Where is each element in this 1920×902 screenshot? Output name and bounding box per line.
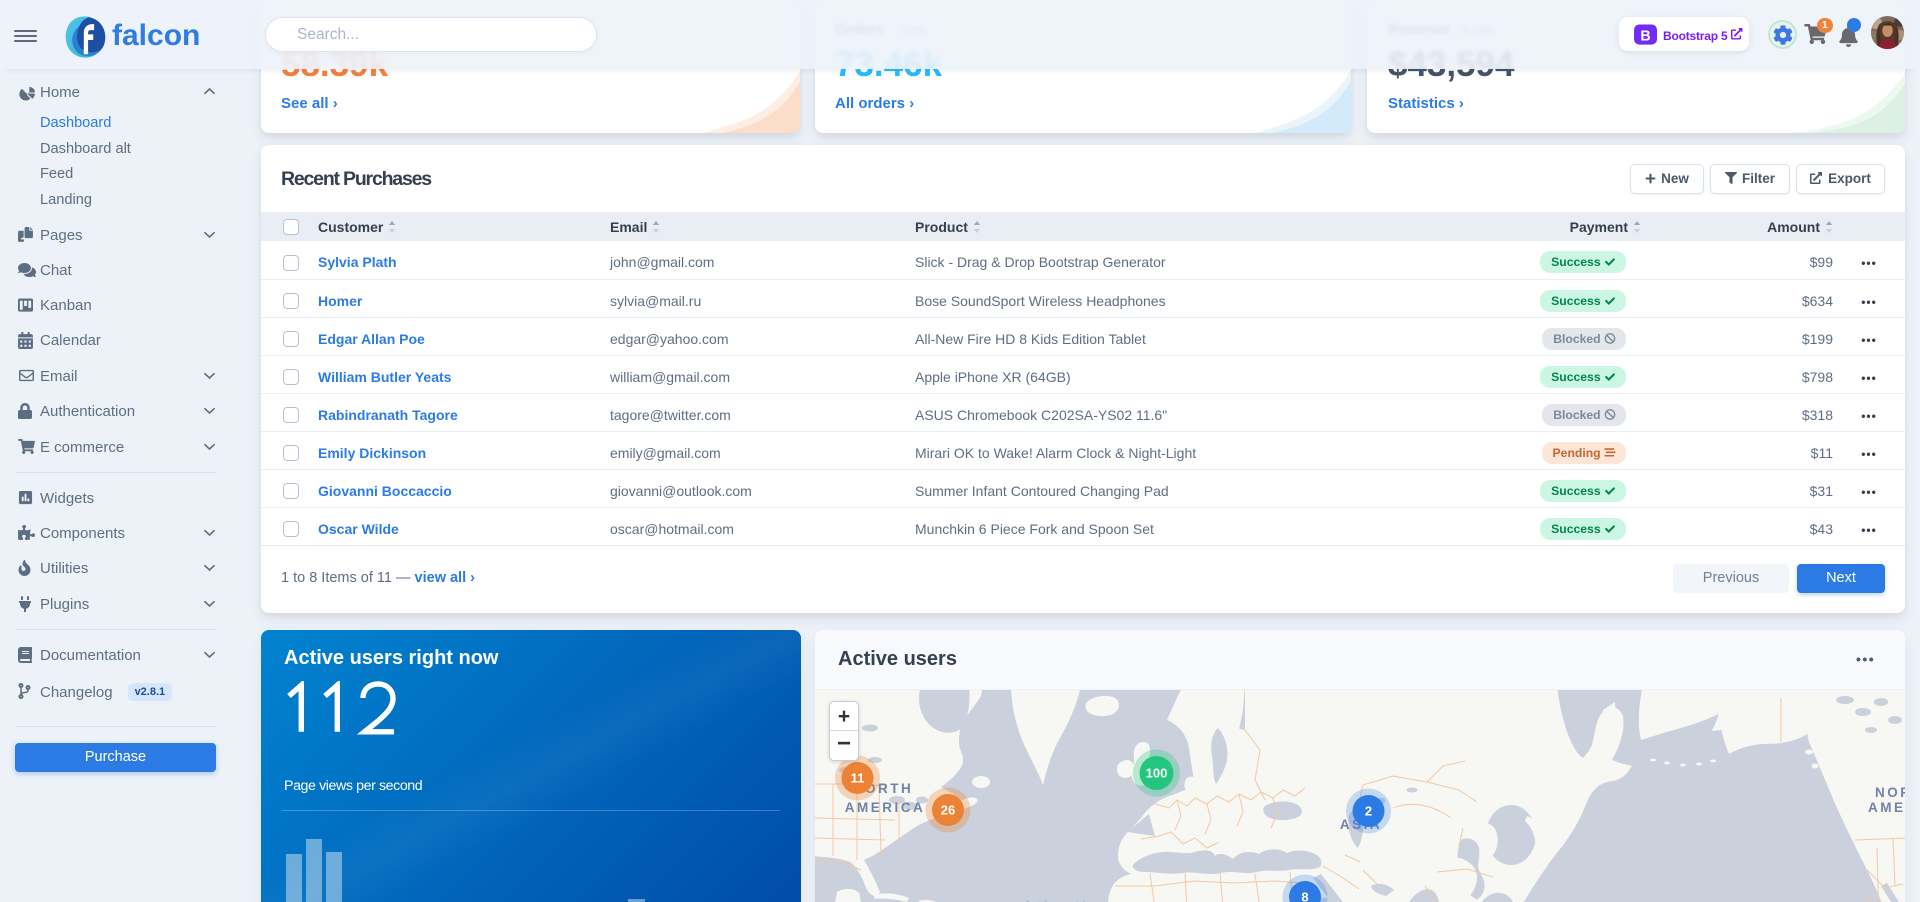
svg-text:8: 8 <box>1301 890 1308 902</box>
svg-text:11: 11 <box>851 771 865 786</box>
svg-text:2: 2 <box>1365 804 1372 819</box>
svg-text:AMERICA: AMERICA <box>845 800 926 815</box>
svg-text:100: 100 <box>1146 766 1168 781</box>
svg-text:Atlantic: Atlantic <box>1019 898 1098 902</box>
svg-text:B: B <box>1640 29 1650 45</box>
svg-text:AMERICA: AMERICA <box>1868 800 1905 815</box>
svg-text:NORTH: NORTH <box>1875 785 1905 800</box>
svg-text:26: 26 <box>941 803 955 818</box>
